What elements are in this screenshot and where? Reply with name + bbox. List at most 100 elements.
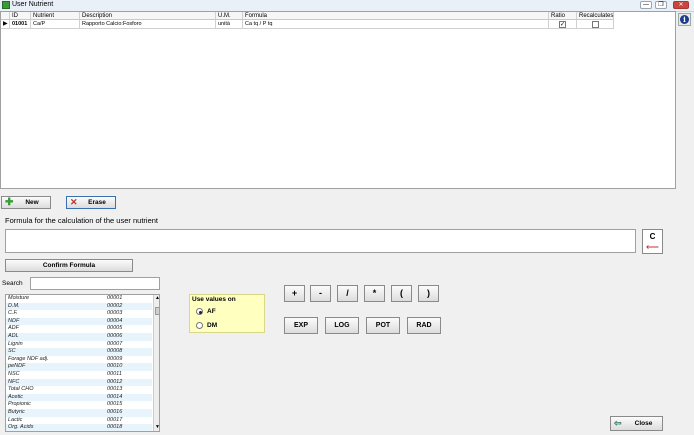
list-item[interactable]: ADL 00006: [6, 333, 152, 341]
list-item-name: Propionic: [8, 401, 31, 408]
use-values-group: Use values on AF DM: [189, 294, 265, 333]
radio-dm[interactable]: [196, 322, 203, 329]
list-item[interactable]: NFC 00012: [6, 378, 152, 387]
list-item[interactable]: ADF 00005: [6, 325, 152, 333]
list-item[interactable]: Acetic 00014: [6, 393, 152, 402]
close-button[interactable]: ⇦ Close: [610, 416, 663, 431]
row-formula[interactable]: Ca tq / P tq: [243, 20, 549, 29]
list-item[interactable]: peNDF 00010: [6, 363, 152, 371]
list-item-name: Acetic: [8, 393, 23, 400]
clear-button-label: C: [649, 232, 656, 241]
divide-operator-button[interactable]: /: [337, 285, 358, 302]
new-button-label: New: [25, 199, 39, 206]
x-icon: ✕: [70, 197, 78, 207]
list-item-name: C.F.: [8, 310, 18, 317]
list-item[interactable]: Lactic 00017: [6, 416, 152, 425]
erase-button[interactable]: ✕ Erase: [66, 196, 116, 209]
row-um[interactable]: unità: [216, 20, 243, 29]
col-header-nutrient[interactable]: Nutrient: [31, 12, 80, 20]
list-item[interactable]: Butyric 00016: [6, 409, 152, 417]
close-paren-button[interactable]: ): [418, 285, 439, 302]
info-button[interactable]: i: [678, 13, 691, 26]
list-item-name: ADF: [8, 325, 19, 332]
row-nutrient[interactable]: Ca/P: [31, 20, 80, 29]
plus-icon: ✚: [5, 197, 14, 208]
radio-dm-label[interactable]: DM: [207, 322, 217, 329]
log-function-button[interactable]: LOG: [325, 317, 359, 334]
list-item[interactable]: Lignin 00007: [6, 340, 152, 349]
list-item-name: NFC: [8, 378, 20, 385]
scroll-up-icon[interactable]: ▲: [154, 295, 159, 302]
confirm-formula-button[interactable]: Confirm Formula: [5, 259, 133, 272]
use-values-title: Use values on: [192, 296, 236, 303]
clear-formula-button[interactable]: C ⟵: [642, 229, 663, 254]
col-header-id[interactable]: ID: [10, 12, 31, 20]
list-item-name: NSC: [8, 371, 20, 377]
scroll-down-icon[interactable]: ▼: [154, 424, 159, 431]
list-item-code: 00010: [107, 363, 123, 370]
list-item-name: D.M.: [8, 302, 20, 309]
list-item-code: 00005: [107, 325, 123, 332]
pot-function-button[interactable]: POT: [366, 317, 400, 334]
window-title: User Nutrient: [12, 1, 54, 8]
col-header-formula[interactable]: Formula: [243, 12, 549, 20]
list-item-code: 00012: [107, 378, 123, 385]
rad-function-button[interactable]: RAD: [407, 317, 441, 334]
list-item[interactable]: SC 00008: [6, 348, 152, 356]
list-item[interactable]: Total CHO 00013: [6, 386, 152, 394]
recalculates-checkbox[interactable]: [592, 21, 599, 28]
list-item-name: ADL: [8, 333, 19, 339]
list-scrollbar[interactable]: ▲ ▼: [153, 295, 159, 431]
backspace-arrow-icon: ⟵: [646, 242, 659, 252]
list-item[interactable]: Propionic 00015: [6, 401, 152, 409]
list-item-code: 00014: [107, 393, 123, 400]
list-item-name: peNDF: [8, 363, 26, 370]
list-item[interactable]: D.M. 00002: [6, 302, 152, 311]
col-header-um[interactable]: U.M.: [216, 12, 243, 20]
erase-button-label: Erase: [88, 199, 106, 206]
nutrient-grid[interactable]: ID Nutrient Description U.M. Formula Rat…: [0, 11, 676, 189]
radio-af[interactable]: [196, 308, 203, 315]
minimize-button[interactable]: —: [640, 1, 652, 9]
search-input[interactable]: [30, 277, 160, 290]
radio-selected-dot: [198, 310, 202, 314]
col-header-description[interactable]: Description: [80, 12, 216, 20]
list-item-code: 00013: [107, 386, 123, 393]
list-item-code: 00011: [107, 371, 122, 377]
minus-operator-button[interactable]: -: [310, 285, 331, 302]
row-recalculates-cell: [577, 20, 614, 29]
list-item-name: NDF: [8, 317, 20, 324]
exp-function-button[interactable]: EXP: [284, 317, 318, 334]
list-item-name: SC: [8, 348, 16, 355]
app-icon: [2, 1, 10, 9]
scroll-thumb[interactable]: [155, 307, 159, 315]
list-item-code: 00006: [107, 333, 123, 339]
list-item-code: 00015: [107, 401, 123, 408]
plus-operator-button[interactable]: +: [284, 285, 305, 302]
radio-af-label[interactable]: AF: [207, 308, 216, 315]
list-item-name: Forage NDF adj.: [8, 355, 49, 362]
list-item[interactable]: NDF 00004: [6, 317, 152, 326]
row-description[interactable]: Rapporto Calcio:Fosforo: [80, 20, 216, 29]
new-button[interactable]: ✚ New: [1, 196, 51, 209]
col-header-recalculates[interactable]: Recalculates: [577, 12, 614, 20]
maximize-button[interactable]: ❐: [655, 1, 667, 9]
row-ratio-cell: ✓: [549, 20, 577, 29]
list-item[interactable]: Moisture 00001: [6, 295, 152, 303]
list-item[interactable]: Org. Acids 00018: [6, 424, 152, 431]
ratio-checkbox[interactable]: ✓: [559, 21, 566, 28]
formula-input[interactable]: [5, 229, 636, 253]
row-id[interactable]: 01001: [10, 20, 31, 29]
open-paren-button[interactable]: (: [391, 285, 412, 302]
multiply-operator-button[interactable]: *: [364, 285, 385, 302]
nutrient-list[interactable]: Moisture 00001 D.M. 00002 C.F. 00003 NDF 00004 A…: [5, 294, 160, 432]
col-header-ratio[interactable]: Ratio: [549, 12, 577, 20]
list-item[interactable]: NSC 00011: [6, 371, 152, 379]
window-close-button[interactable]: ✕: [673, 1, 689, 9]
list-item[interactable]: C.F. 00003: [6, 310, 152, 318]
list-item-code: 00008: [107, 348, 123, 355]
list-item[interactable]: Forage NDF adj. 00009: [6, 355, 152, 364]
list-item-name: Lactic: [8, 416, 23, 423]
list-item-name: Total CHO: [8, 386, 34, 393]
list-item-name: Org. Acids: [8, 424, 34, 431]
